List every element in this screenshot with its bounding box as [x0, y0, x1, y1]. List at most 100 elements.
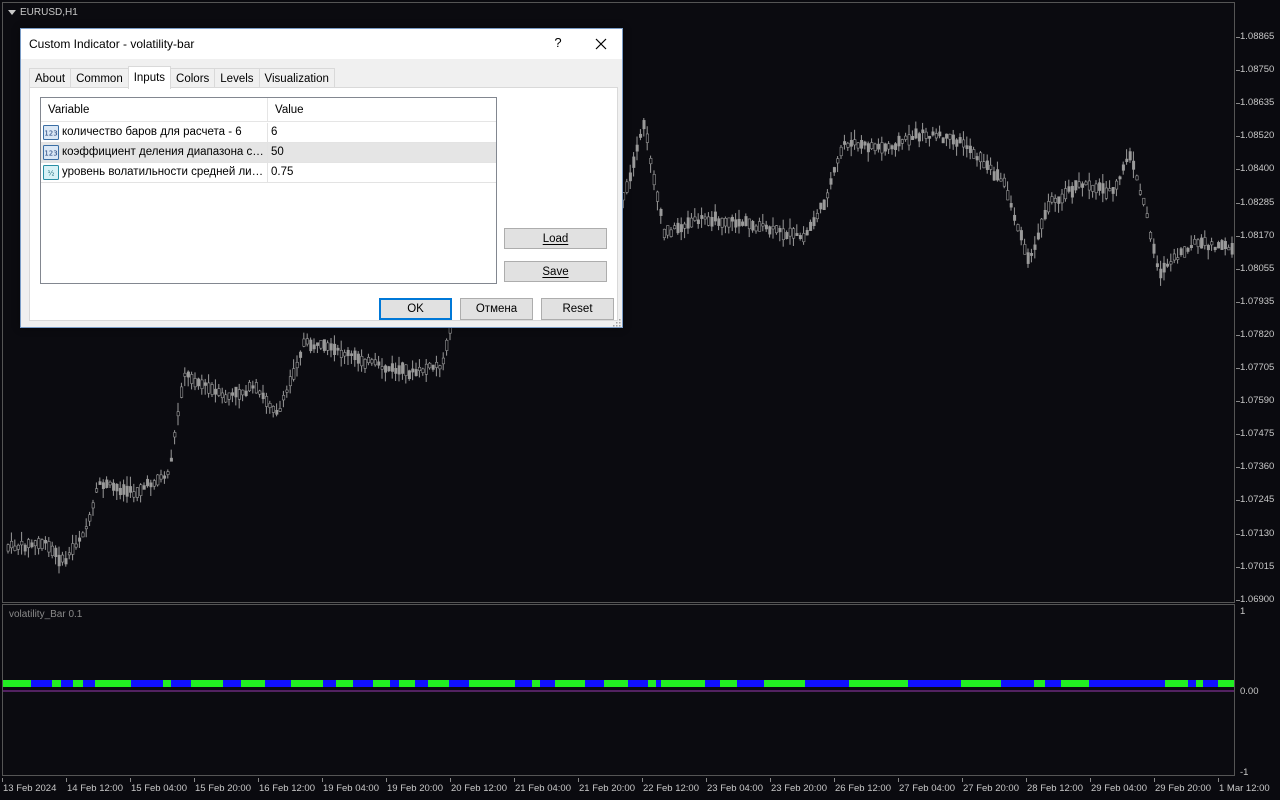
- price-label: 1.07360: [1240, 461, 1275, 473]
- terminal-window: EURUSD,H1 volatility_Bar 0.1 1.08865 1.08…: [0, 0, 1280, 800]
- help-button[interactable]: ?: [551, 35, 565, 53]
- reset-button[interactable]: Reset: [541, 298, 614, 320]
- dialog-title: Custom Indicator - volatility-bar: [29, 37, 195, 51]
- tab-about[interactable]: About: [29, 68, 72, 89]
- indicator-subwindow[interactable]: volatility_Bar 0.1: [2, 604, 1235, 776]
- time-tick: [66, 778, 67, 782]
- time-tick: [1218, 778, 1219, 782]
- double-icon: ½: [43, 165, 59, 180]
- dropdown-arrow-icon[interactable]: [8, 10, 16, 15]
- save-button[interactable]: Save: [504, 261, 607, 282]
- price-label: 1.08055: [1240, 262, 1275, 274]
- time-tick: [578, 778, 579, 782]
- time-label: 27 Feb 04:00: [899, 783, 955, 794]
- tab-strip: About Common Inputs Colors Levels Visual…: [29, 66, 335, 89]
- time-tick: [962, 778, 963, 782]
- price-label: 1.07015: [1240, 560, 1275, 572]
- time-tick: [514, 778, 515, 782]
- time-tick: [2, 778, 3, 782]
- close-button[interactable]: [587, 32, 615, 56]
- time-tick: [130, 778, 131, 782]
- header-variable[interactable]: Variable: [41, 98, 267, 122]
- variable-value[interactable]: 50: [271, 146, 284, 158]
- time-label: 28 Feb 12:00: [1027, 783, 1083, 794]
- price-label: 1.07590: [1240, 395, 1275, 407]
- svg-text:½: ½: [48, 170, 55, 178]
- time-tick: [450, 778, 451, 782]
- time-label: 23 Feb 20:00: [771, 783, 827, 794]
- variable-name: коэффициент деления диапазона свечей: [62, 146, 265, 158]
- time-axis[interactable]: 13 Feb 2024 14 Feb 12:00 15 Feb 04:00 15 Fe…: [0, 778, 1270, 800]
- variable-value[interactable]: 0.75: [271, 166, 293, 178]
- ok-button[interactable]: OK: [379, 298, 452, 320]
- column-divider: [267, 143, 268, 163]
- dialog-titlebar[interactable]: Custom Indicator - volatility-bar ?: [21, 29, 622, 59]
- load-button[interactable]: Load: [504, 228, 607, 249]
- price-label: 1.08750: [1240, 64, 1275, 76]
- time-tick: [1154, 778, 1155, 782]
- table-row[interactable]: 123 коэффициент деления диапазона свечей…: [41, 143, 496, 163]
- variable-value[interactable]: 6: [271, 126, 277, 138]
- price-axis[interactable]: 1.08865 1.08750 1.08635 1.08520 1.08400 1.082…: [1236, 0, 1280, 800]
- time-label: 21 Feb 20:00: [579, 783, 635, 794]
- time-label: 29 Feb 04:00: [1091, 783, 1147, 794]
- tab-levels[interactable]: Levels: [214, 68, 260, 89]
- tab-inputs[interactable]: Inputs: [127, 66, 172, 89]
- variable-name: количество баров для расчета - 6: [62, 126, 242, 138]
- resize-grip-icon[interactable]: [611, 317, 621, 327]
- price-label: 1.08400: [1240, 163, 1275, 175]
- variable-name: уровень волатильности средней линии: [62, 166, 265, 178]
- time-tick: [322, 778, 323, 782]
- tab-colors[interactable]: Colors: [170, 68, 216, 89]
- table-header: Variable Value: [41, 98, 496, 122]
- price-label: 1.07820: [1240, 328, 1275, 340]
- table-row[interactable]: ½ уровень волатильности средней линии 0.…: [41, 163, 496, 183]
- time-tick: [706, 778, 707, 782]
- time-label: 29 Feb 20:00: [1155, 783, 1211, 794]
- time-label: 22 Feb 12:00: [643, 783, 699, 794]
- price-label: 1.08170: [1240, 229, 1275, 241]
- tab-visualization[interactable]: Visualization: [258, 68, 335, 89]
- time-tick: [834, 778, 835, 782]
- time-label: 26 Feb 12:00: [835, 783, 891, 794]
- price-label: 1.06900: [1240, 593, 1275, 605]
- indicator-scale-label: -1: [1240, 767, 1249, 778]
- time-tick: [1090, 778, 1091, 782]
- time-label: 20 Feb 12:00: [451, 783, 507, 794]
- inputs-panel: Variable Value 123 количество баров для …: [29, 87, 618, 321]
- indicator-name: volatility_Bar 0.1: [9, 609, 83, 620]
- time-label: 21 Feb 04:00: [515, 783, 571, 794]
- table-row[interactable]: 123 количество баров для расчета - 6 6: [41, 123, 496, 143]
- price-label: 1.08285: [1240, 196, 1275, 208]
- time-tick: [642, 778, 643, 782]
- inputs-table: Variable Value 123 количество баров для …: [40, 97, 497, 284]
- time-tick: [258, 778, 259, 782]
- price-label: 1.07475: [1240, 428, 1275, 440]
- svg-text:123: 123: [44, 150, 57, 158]
- price-label: 1.08635: [1240, 97, 1275, 109]
- cancel-button[interactable]: Отмена: [460, 298, 533, 320]
- symbol-text: EURUSD,H1: [20, 7, 78, 18]
- time-tick: [898, 778, 899, 782]
- time-label: 23 Feb 04:00: [707, 783, 763, 794]
- header-value[interactable]: Value: [268, 98, 496, 122]
- time-tick: [770, 778, 771, 782]
- tab-common[interactable]: Common: [70, 68, 129, 89]
- time-tick: [386, 778, 387, 782]
- time-label: 19 Feb 04:00: [323, 783, 379, 794]
- indicator-scale-label: 1: [1240, 606, 1246, 617]
- time-label: 15 Feb 04:00: [131, 783, 187, 794]
- price-label: 1.07245: [1240, 494, 1275, 506]
- time-tick: [194, 778, 195, 782]
- time-label: 13 Feb 2024: [3, 783, 57, 794]
- int-icon: 123: [43, 125, 59, 140]
- volatility-bar-series: [3, 680, 1234, 692]
- price-label: 1.07705: [1240, 362, 1275, 373]
- time-label: 19 Feb 20:00: [387, 783, 443, 794]
- column-divider: [267, 163, 268, 183]
- time-label: 15 Feb 20:00: [195, 783, 251, 794]
- column-divider: [267, 123, 268, 143]
- time-label: 16 Feb 12:00: [259, 783, 315, 794]
- time-label: 27 Feb 20:00: [963, 783, 1019, 794]
- chart-symbol-label[interactable]: EURUSD,H1: [8, 7, 78, 18]
